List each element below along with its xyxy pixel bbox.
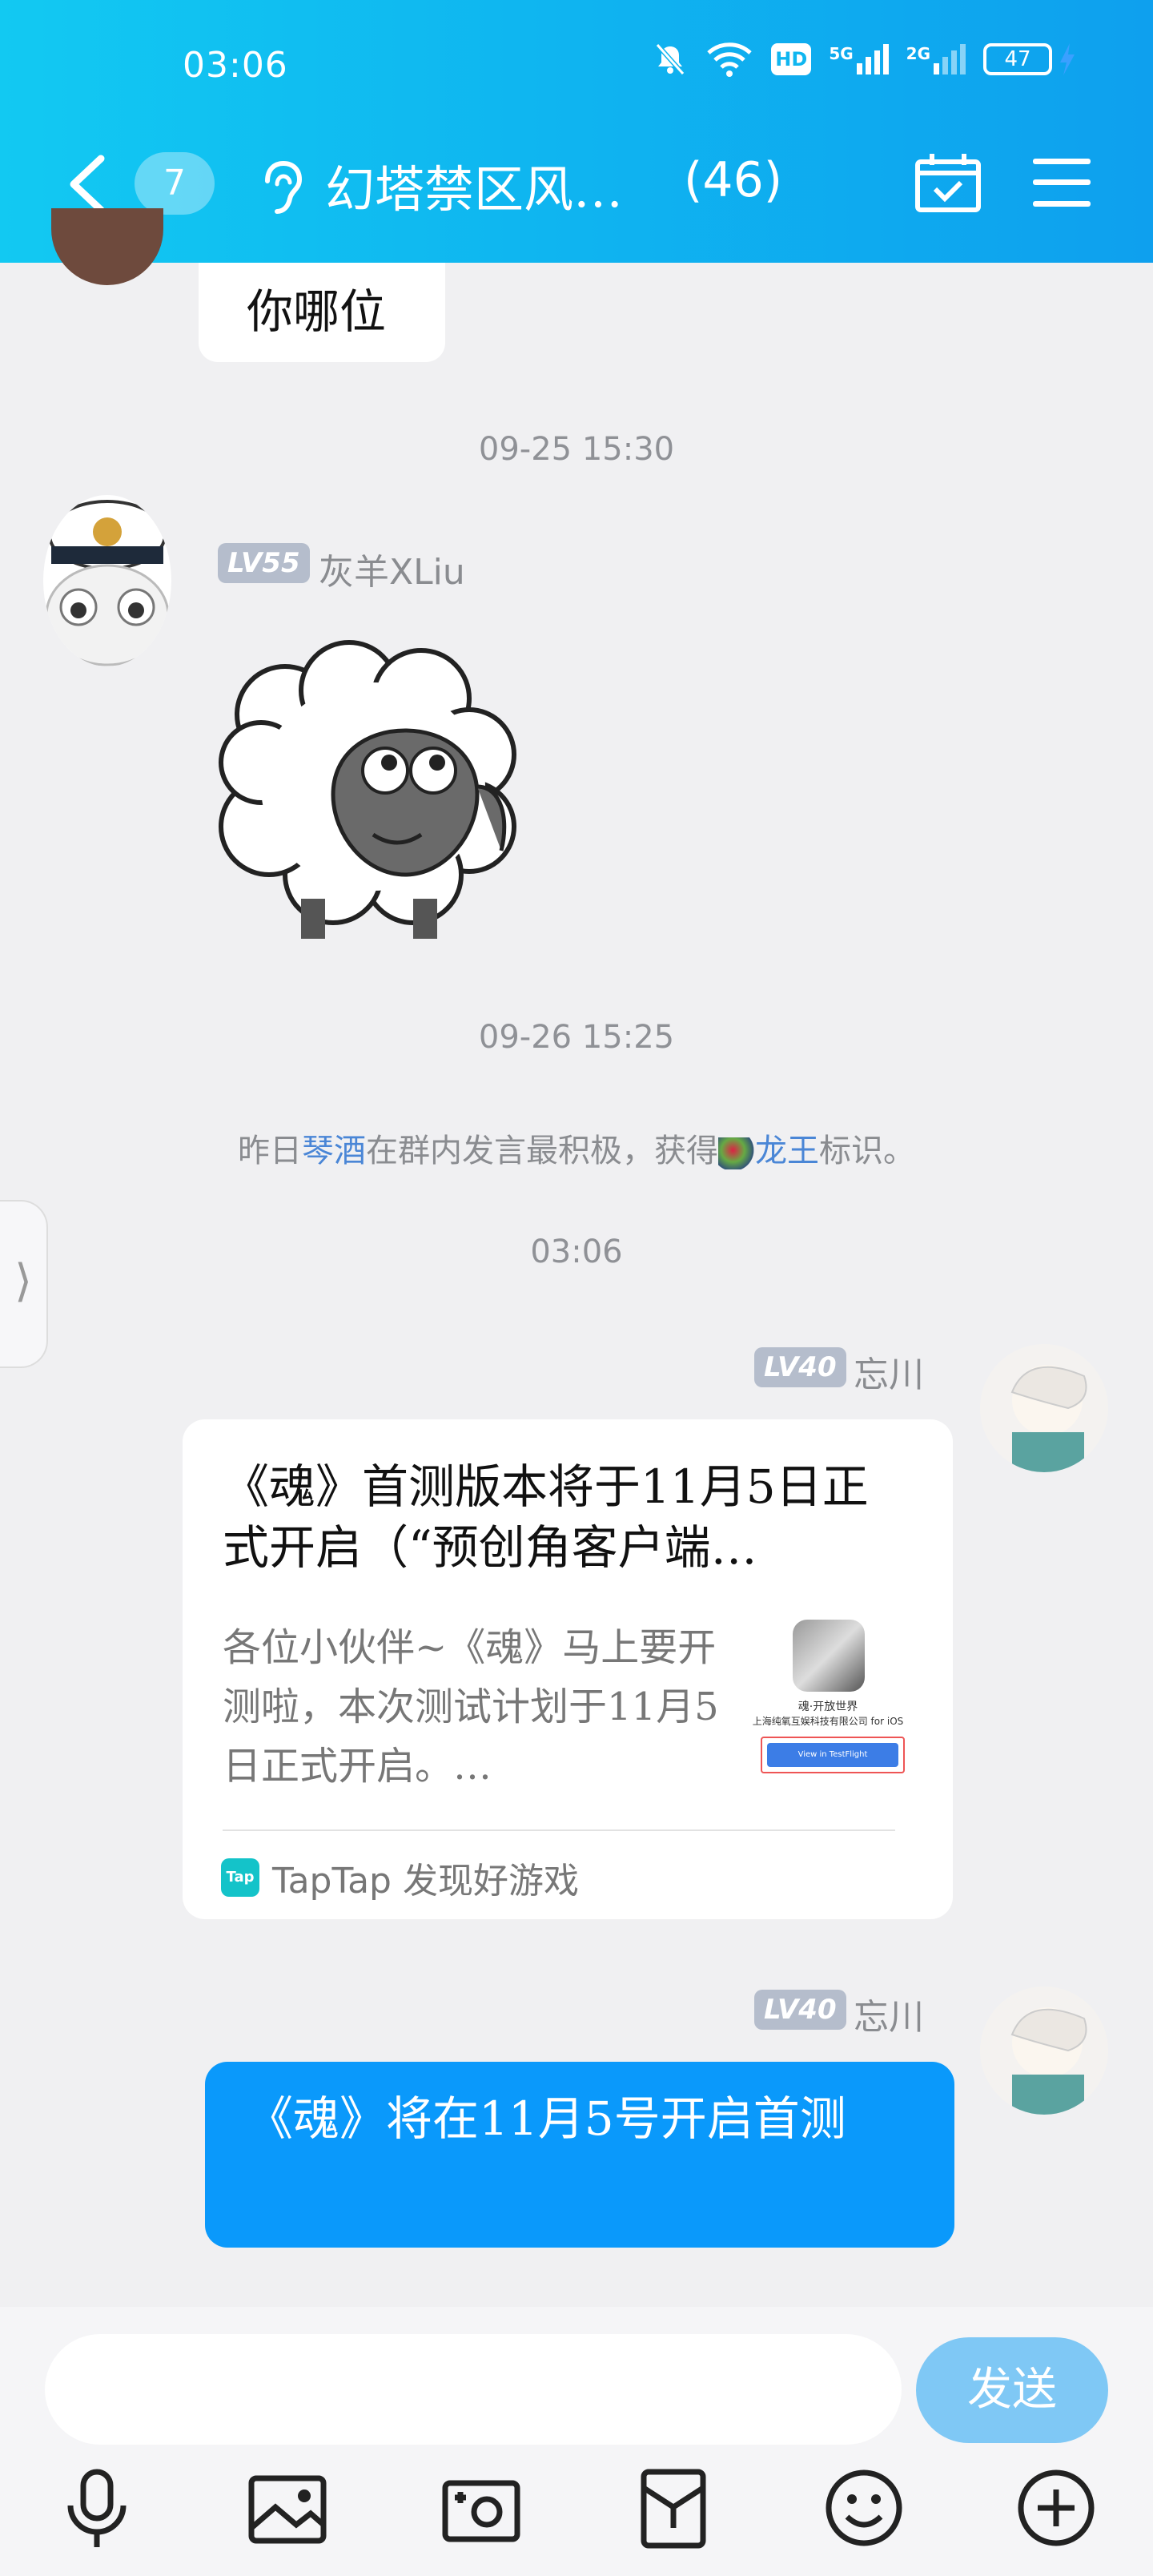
mic-icon[interactable] <box>53 2464 141 2552</box>
dragon-king-link[interactable]: 龙王 <box>755 1133 819 1169</box>
status-icons: HD 5G 2G 47 <box>653 42 1076 77</box>
side-drawer-handle[interactable]: ⟩ <box>0 1200 48 1368</box>
avatar[interactable] <box>980 1986 1108 2115</box>
signal-2g-icon: 2G <box>906 44 966 74</box>
emoji-icon[interactable] <box>820 2464 908 2552</box>
chat-title[interactable]: 幻塔禁区风… <box>325 149 623 221</box>
avatar[interactable] <box>980 1344 1108 1472</box>
send-button[interactable]: 发送 <box>916 2337 1108 2443</box>
member-link[interactable]: 琴酒 <box>302 1133 366 1169</box>
avatar[interactable] <box>51 208 163 285</box>
card-description: 各位小伙伴~《魂》马上要开测啦，本次测试计划于11月5日正式开启。… <box>223 1625 719 1789</box>
level-badge: LV40 <box>754 1347 846 1387</box>
system-notice: 昨日琴酒在群内发言最积极，获得 龙王标识。 <box>238 1133 915 1169</box>
input-bar: 发送 <box>0 2307 1153 2576</box>
timestamp: 03:06 <box>530 1234 623 1270</box>
member-count: (46) <box>684 152 783 208</box>
ear-icon[interactable] <box>255 157 306 218</box>
calendar-check-icon[interactable] <box>914 152 982 213</box>
message-bubble[interactable]: 你哪位 <box>199 263 445 362</box>
image-icon[interactable] <box>243 2464 331 2552</box>
sheep-sticker[interactable] <box>205 634 557 955</box>
nickname[interactable]: 忘川 <box>854 1346 924 1397</box>
chat-header: 03:06 HD 5G 2G 47 7 幻塔禁区风… (46) <box>0 0 1153 263</box>
timestamp: 09-25 15:30 <box>478 431 675 468</box>
wifi-icon <box>707 42 753 77</box>
message-input[interactable] <box>45 2334 902 2445</box>
plus-icon[interactable] <box>1012 2464 1100 2552</box>
link-card[interactable]: 《魂》首测版本将于11月5日正式开启（“预创角客户端… 各位小伙伴~《魂》马上要… <box>183 1419 953 1919</box>
level-badge: LV55 <box>218 543 310 583</box>
divider <box>223 1829 895 1831</box>
camera-icon[interactable] <box>437 2464 525 2552</box>
hd-icon: HD <box>771 43 812 75</box>
signal-5g-icon: 5G <box>829 44 889 74</box>
status-time: 03:06 <box>183 45 288 86</box>
nickname[interactable]: 灰羊XLiu <box>319 543 465 594</box>
dragon-king-icon <box>718 1137 755 1169</box>
red-packet-icon[interactable] <box>629 2464 717 2552</box>
unread-count-badge[interactable]: 7 <box>135 152 215 215</box>
message-bubble[interactable]: 《魂》将在11月5号开启首测 <box>205 2062 954 2248</box>
card-source: TapTap 发现好游戏 <box>272 1861 579 1902</box>
avatar[interactable] <box>43 495 171 666</box>
nickname[interactable]: 忘川 <box>854 1988 924 2039</box>
menu-icon[interactable] <box>1031 157 1092 208</box>
card-thumbnail: 魂·开放世界 上海纯氧互娱科技有限公司 for iOS View in Test… <box>748 1616 905 1777</box>
battery-indicator: 47 <box>983 43 1052 75</box>
back-arrow-icon[interactable] <box>64 152 112 216</box>
taptap-logo: Tap <box>221 1858 259 1897</box>
mute-icon <box>656 43 685 75</box>
card-title: 《魂》首测版本将于11月5日正式开启（“预创角客户端… <box>223 1459 869 1575</box>
level-badge: LV40 <box>754 1990 846 2030</box>
timestamp: 09-26 15:25 <box>478 1019 675 1056</box>
charging-icon <box>1060 43 1075 75</box>
